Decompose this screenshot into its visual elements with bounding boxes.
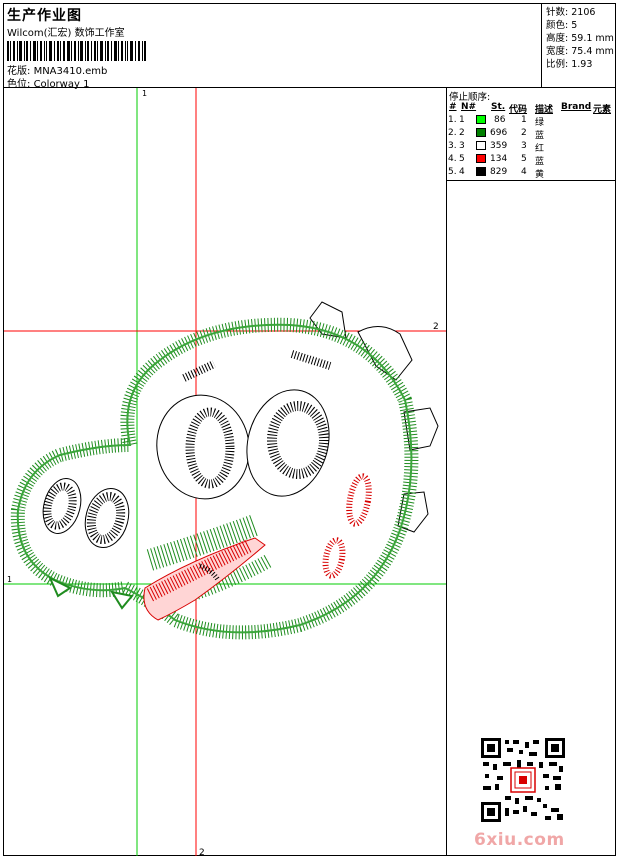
design-stats: 针数: 2106 颜色: 5 高度: 59.1 mm 宽度: 75.4 mm 比…	[542, 4, 616, 88]
right-cheek-blush	[346, 473, 372, 527]
color-swatch	[476, 115, 486, 124]
stat-stitch-count: 针数: 2106	[546, 7, 596, 18]
embroidery-preview: 1 1 2 2	[4, 88, 446, 856]
col-header-code: 代码	[509, 105, 528, 115]
col-header-description: 描述	[535, 105, 554, 115]
stat-width: 宽度: 75.4 mm	[546, 46, 614, 57]
left-nostril	[42, 478, 82, 534]
guide-label-red-v: 2	[199, 848, 205, 856]
color-swatch	[476, 128, 486, 137]
left-eyebrow	[182, 360, 216, 382]
color-swatch	[476, 141, 486, 150]
header-panel: 生产作业图 Wilcom(汇宏) 数饰工作室 花版: MNA3410.emb 色…	[4, 4, 542, 90]
table-row: 2. 2 696 2 蓝	[448, 128, 545, 141]
barcode	[7, 41, 146, 61]
qr-code	[481, 738, 565, 822]
col-header-stitches: St.	[491, 102, 506, 112]
right-eyebrow	[290, 350, 332, 370]
head-spikes	[309, 301, 439, 533]
watermark-brand[interactable]: 6xiu.com	[474, 830, 565, 850]
design-canvas[interactable]: 1 1 2 2	[4, 88, 447, 856]
stop-sequence-table: 停止顺序: # N# St. 代码 描述 Brand 元素 1. 1 86 1 …	[447, 88, 616, 181]
studio-name: Wilcom(汇宏) 数饰工作室	[7, 28, 125, 39]
table-row: 4. 5 134 5 蓝	[448, 154, 545, 167]
page-title: 生产作业图	[7, 8, 82, 24]
table-row: 1. 1 86 1 绿	[448, 115, 545, 128]
foot-right	[109, 590, 134, 610]
col-header-needle: N#	[461, 102, 477, 112]
left-cheek-blush	[322, 537, 346, 579]
stat-scale: 比例: 1.93	[546, 59, 593, 70]
guide-label-red-h: 2	[433, 322, 439, 332]
col-header-element: 元素	[593, 105, 612, 115]
left-eye	[156, 394, 250, 500]
table-row: 3. 3 359 3 红	[448, 141, 545, 154]
stop-sequence-title: 停止顺序:	[449, 92, 491, 103]
col-header-brand: Brand	[561, 102, 592, 112]
stat-height: 高度: 59.1 mm	[546, 33, 614, 44]
guide-label-green-h: 1	[7, 575, 12, 584]
stat-color-count: 颜色: 5	[546, 20, 578, 31]
col-header-index: #	[449, 102, 457, 112]
color-swatch	[476, 154, 486, 163]
color-swatch	[476, 167, 486, 176]
table-row: 5. 4 829 4 黄	[448, 167, 545, 180]
guide-label-green-v: 1	[142, 89, 147, 98]
